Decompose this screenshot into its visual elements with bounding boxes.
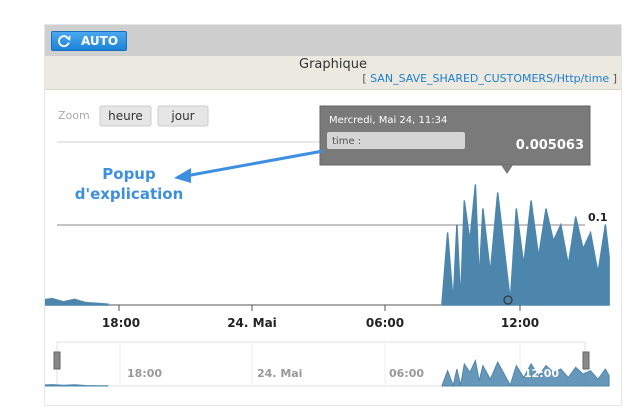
auto-refresh-button[interactable]: AUTO: [51, 31, 127, 51]
data-point: [84, 301, 87, 304]
refresh-icon: [58, 35, 71, 47]
data-point: [552, 240, 555, 242]
data-point: [62, 301, 65, 303]
zoom-button-heure-label: heure: [108, 109, 143, 123]
data-point: [456, 224, 458, 226]
data-point: [469, 240, 471, 242]
zoom-button-heure[interactable]: heure: [99, 105, 152, 127]
metric-link[interactable]: SAN_SAVE_SHARED_CUSTOMERS/Http/time: [370, 72, 609, 85]
zoom-button-jour-label: jour: [170, 109, 194, 123]
data-point: [73, 298, 76, 301]
data-point: [496, 192, 499, 194]
data-point: [522, 264, 525, 266]
zoom-label: Zoom: [58, 109, 90, 122]
annotation-line1: Popup: [102, 165, 156, 183]
x-tick-label: 12:00: [501, 316, 539, 330]
data-point: [574, 216, 577, 218]
annotation-arrow-head: [174, 168, 191, 183]
navigator-tick-label: 24. Mai: [257, 367, 302, 380]
chart-subtitle: [ SAN_SAVE_SHARED_CUSTOMERS/Http/time ]: [362, 72, 617, 85]
data-point: [107, 303, 109, 305]
x-tick-label: 24. Mai: [227, 316, 277, 330]
data-point: [582, 248, 584, 250]
data-point: [441, 302, 443, 305]
tooltip-value: 0.005063: [516, 138, 584, 153]
navigator-handle-left[interactable]: [53, 351, 61, 370]
data-point: [489, 272, 492, 274]
navigator[interactable]: 18:00 24. Mai 06:00 12:00: [29, 341, 610, 388]
data-point: [478, 280, 481, 282]
data-point: [597, 272, 599, 274]
annotation-line2: d'explication: [75, 185, 184, 203]
subtitle-close-bracket: ]: [609, 72, 617, 85]
data-point: [509, 300, 512, 302]
navigator-tick-label: 06:00: [389, 367, 424, 380]
tooltip-date: Mercredi, Mai 24, 11:34: [329, 115, 447, 126]
annotation-callout: Popup d'explication: [75, 149, 324, 203]
tooltip-popup: Mercredi, Mai 24, 11:34 time : 0.005063: [319, 105, 591, 174]
data-point: [463, 200, 466, 202]
data-point: [515, 208, 518, 210]
data-point: [95, 302, 98, 305]
data-point: [51, 297, 53, 300]
auto-label: AUTO: [81, 34, 119, 48]
data-point: [589, 232, 592, 234]
data-point: [608, 256, 610, 258]
toolbar: AUTO: [45, 25, 621, 56]
data-point: [545, 208, 547, 210]
annotation-arrow-shaft: [179, 149, 324, 179]
x-tick-label: 18:00: [102, 316, 140, 330]
y-tick-label: 0.1: [588, 211, 608, 224]
data-point: [452, 301, 455, 304]
data-point: [459, 301, 462, 303]
x-tick-label: 06:00: [366, 316, 404, 330]
chart-title: Graphique: [299, 57, 367, 72]
zoom-button-jour[interactable]: jour: [157, 105, 209, 127]
navigator-tick-label: 12:00: [524, 367, 559, 380]
chart-area: Zoom heure jour 0.1 0: [29, 90, 621, 405]
data-point: [482, 208, 484, 210]
data-point: [474, 184, 477, 186]
data-point: [560, 224, 562, 226]
navigator-handle-right[interactable]: [582, 351, 590, 370]
navigator-tick-label: 18:00: [127, 367, 162, 380]
series-area-segment: [441, 184, 610, 306]
data-point: [504, 256, 506, 258]
chart-panel: AUTO Graphique [ SAN_SAVE_SHARED_CUSTOME…: [29, 24, 622, 406]
data-point: [567, 264, 570, 266]
subtitle-open-bracket: [: [362, 72, 371, 85]
data-point: [537, 256, 540, 258]
chart-svg: Zoom heure jour 0.1 0: [29, 105, 610, 388]
chart-header: Graphique [ SAN_SAVE_SHARED_CUSTOMERS/Ht…: [45, 56, 621, 90]
series-area-segment: [29, 297, 109, 306]
tooltip-series-label: time :: [332, 136, 361, 147]
data-point: [604, 224, 607, 226]
data-point: [530, 200, 532, 202]
data-point: [446, 232, 449, 234]
